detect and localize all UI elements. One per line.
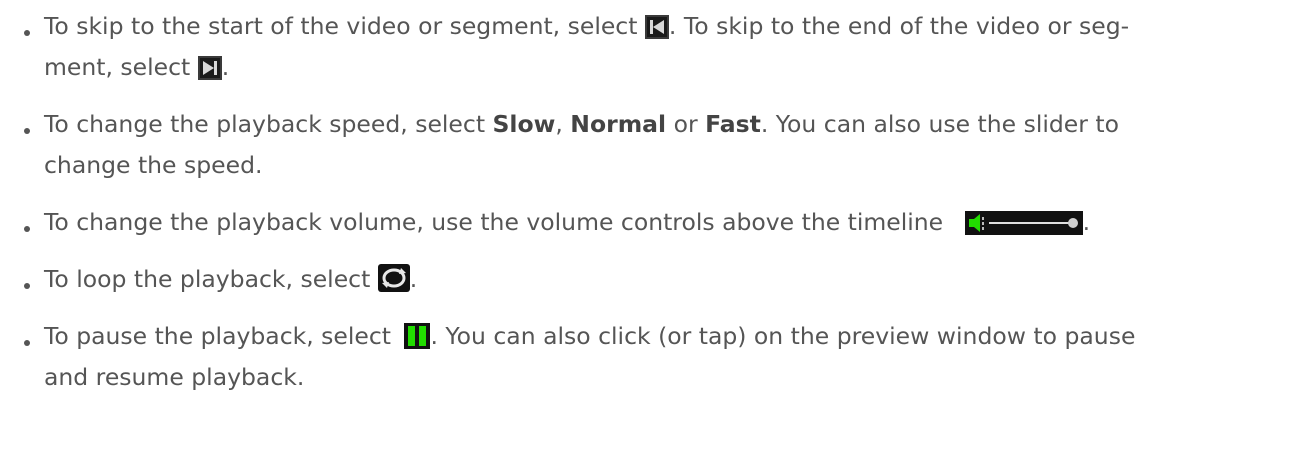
skip-to-end-icon [197,56,222,80]
volume-slider-icon [964,211,1083,235]
loop-icon [377,264,410,292]
volume-text-1: To change the playback volume, use the v… [44,208,951,236]
pause-text-1: To pause the playback, select [44,322,399,350]
bullet-dot [24,226,30,232]
loop-text-1: To loop the playback, select [44,265,378,293]
skip-text-1: To skip to the start of the video or seg… [44,12,645,40]
bullet-dot [24,128,30,134]
speed-normal-label: Normal [570,110,667,138]
list-item-loop: To loop the playback, select . [0,259,1309,300]
pause-text-2: . You can also click (or tap) on the pre… [430,322,1136,350]
skip-text-4: . [221,53,230,81]
list-item-volume: To change the playback volume, use the v… [0,202,1309,243]
pause-text-3: and resume playback. [44,363,305,391]
skip-text-2: . To skip to the end of the video or seg… [668,12,1130,40]
bullet-dot [24,283,30,289]
speed-fast-label: Fast [705,110,761,138]
pause-icon [404,323,431,349]
bullet-dot [24,30,30,36]
instruction-list: To skip to the start of the video or seg… [0,6,1309,398]
bullet-dot [24,340,30,346]
speed-slow-label: Slow [492,110,556,138]
loop-text-2: . [409,265,418,293]
skip-text-3: ment, select [44,53,198,81]
speed-text-1: To change the playback speed, select [44,110,493,138]
speed-text-2: , [555,110,571,138]
volume-text-2: . [1082,208,1091,236]
skip-to-start-icon [644,15,669,39]
list-item-pause: To pause the playback, select . You can … [0,316,1309,398]
list-item-speed: To change the playback speed, select Slo… [0,104,1309,186]
speed-text-5: change the speed. [44,151,263,179]
speed-text-3: or [666,110,706,138]
speed-text-4: . You can also use the slider to [760,110,1119,138]
list-item-skip: To skip to the start of the video or seg… [0,6,1309,88]
